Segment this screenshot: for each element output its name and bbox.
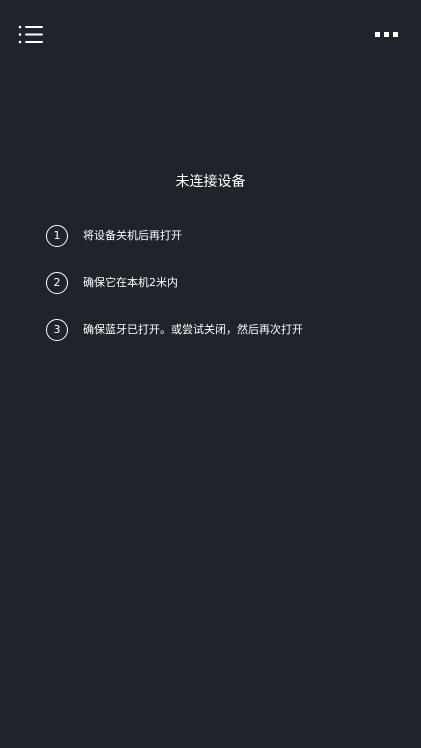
more-horizontal-icon bbox=[375, 32, 398, 37]
step-text: 确保蓝牙已打开。或尝试关闭，然后再次打开 bbox=[83, 323, 303, 336]
step-item: 2 确保它在本机2米内 bbox=[45, 272, 405, 296]
step-item: 1 将设备关机后再打开 bbox=[45, 225, 405, 249]
more-button[interactable] bbox=[373, 26, 401, 42]
steps-list: 1 将设备关机后再打开 2 确保它在本机2米内 3 确保蓝牙已打开。或尝试关闭，… bbox=[45, 225, 405, 366]
screen: 未连接设备 1 将设备关机后再打开 2 确保它在本机2米内 3 确保蓝牙已打开。… bbox=[0, 0, 421, 748]
step-text: 将设备关机后再打开 bbox=[83, 229, 182, 242]
step-number-badge: 2 bbox=[46, 272, 68, 294]
step-number-badge: 1 bbox=[46, 225, 68, 247]
step-item: 3 确保蓝牙已打开。或尝试关闭，然后再次打开 bbox=[45, 319, 405, 343]
menu-button[interactable] bbox=[16, 22, 48, 50]
step-number-badge: 3 bbox=[46, 319, 68, 341]
top-bar bbox=[0, 0, 421, 70]
list-menu-icon bbox=[18, 25, 43, 44]
page-title: 未连接设备 bbox=[175, 174, 246, 190]
step-text: 确保它在本机2米内 bbox=[83, 276, 178, 289]
